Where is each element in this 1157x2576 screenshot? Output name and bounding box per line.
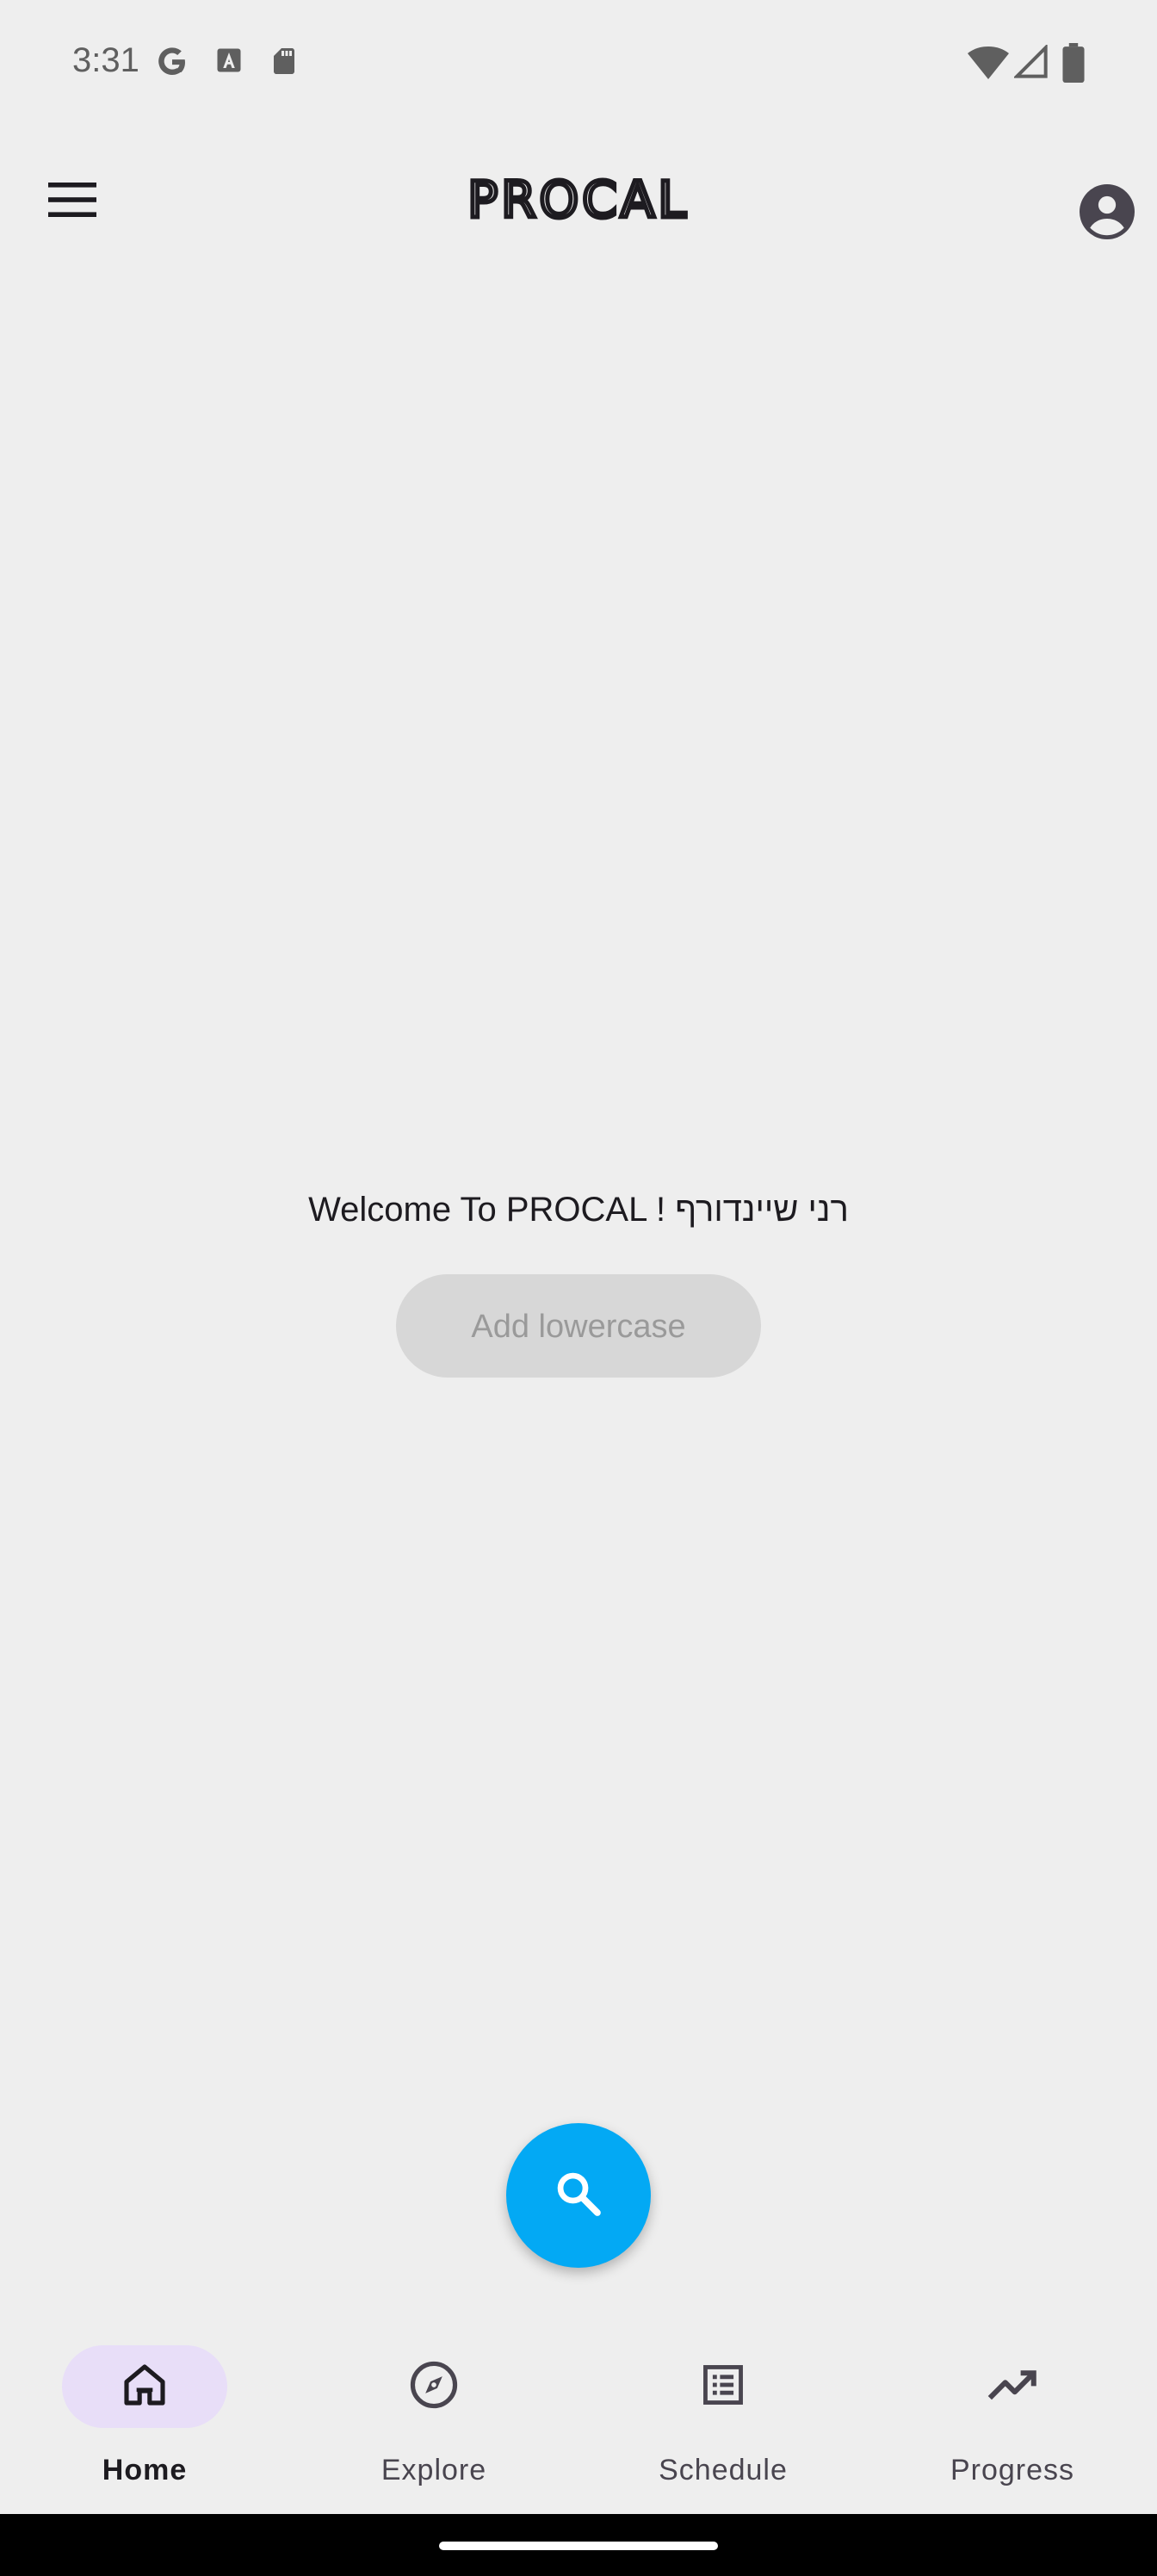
- nav-item-progress[interactable]: Progress: [868, 2325, 1157, 2514]
- battery-icon: [1062, 43, 1085, 87]
- sd-card-icon: [269, 45, 300, 82]
- nav-label-home: Home: [102, 2454, 188, 2486]
- nav-item-explore[interactable]: Explore: [289, 2325, 578, 2514]
- app-logo-text: PROCAL: [467, 174, 689, 226]
- nav-label-schedule: Schedule: [659, 2454, 788, 2486]
- google-g-icon: [155, 45, 189, 84]
- account-circle-icon: [1080, 183, 1135, 244]
- list-alt-icon: [698, 2360, 748, 2414]
- main-content: Welcome To PROCAL ! רני שיינדורף Add low…: [0, 1180, 1157, 1378]
- search-fab[interactable]: [506, 2123, 651, 2268]
- nav-label-explore: Explore: [381, 2454, 487, 2486]
- system-navigation-bar: [0, 2514, 1157, 2576]
- nav-active-indicator: [62, 2345, 227, 2428]
- font-a-icon: [213, 45, 244, 80]
- app-logo: PROCAL: [442, 169, 715, 232]
- bottom-navigation: Home Explore Schedule Progress: [0, 2325, 1157, 2514]
- status-time: 3:31: [72, 41, 139, 79]
- welcome-text: Welcome To PROCAL ! רני שיינדורף: [308, 1191, 849, 1229]
- nav-label-progress: Progress: [950, 2454, 1075, 2486]
- status-bar: 3:31: [0, 0, 1157, 129]
- hamburger-menu-icon: [48, 182, 96, 221]
- app-bar: PROCAL: [0, 129, 1157, 276]
- search-icon: [552, 2167, 605, 2225]
- nav-item-home[interactable]: Home: [0, 2325, 289, 2514]
- nav-item-schedule[interactable]: Schedule: [578, 2325, 868, 2514]
- cellular-signal-icon: [1012, 43, 1049, 84]
- home-gesture-handle[interactable]: [439, 2542, 718, 2550]
- trending-up-icon: [984, 2356, 1041, 2418]
- compass-icon: [407, 2358, 461, 2416]
- add-lowercase-button[interactable]: Add lowercase: [396, 1274, 761, 1378]
- wifi-icon: [968, 43, 1009, 85]
- menu-button[interactable]: [34, 164, 110, 239]
- account-button[interactable]: [1069, 176, 1145, 251]
- home-icon: [121, 2361, 169, 2413]
